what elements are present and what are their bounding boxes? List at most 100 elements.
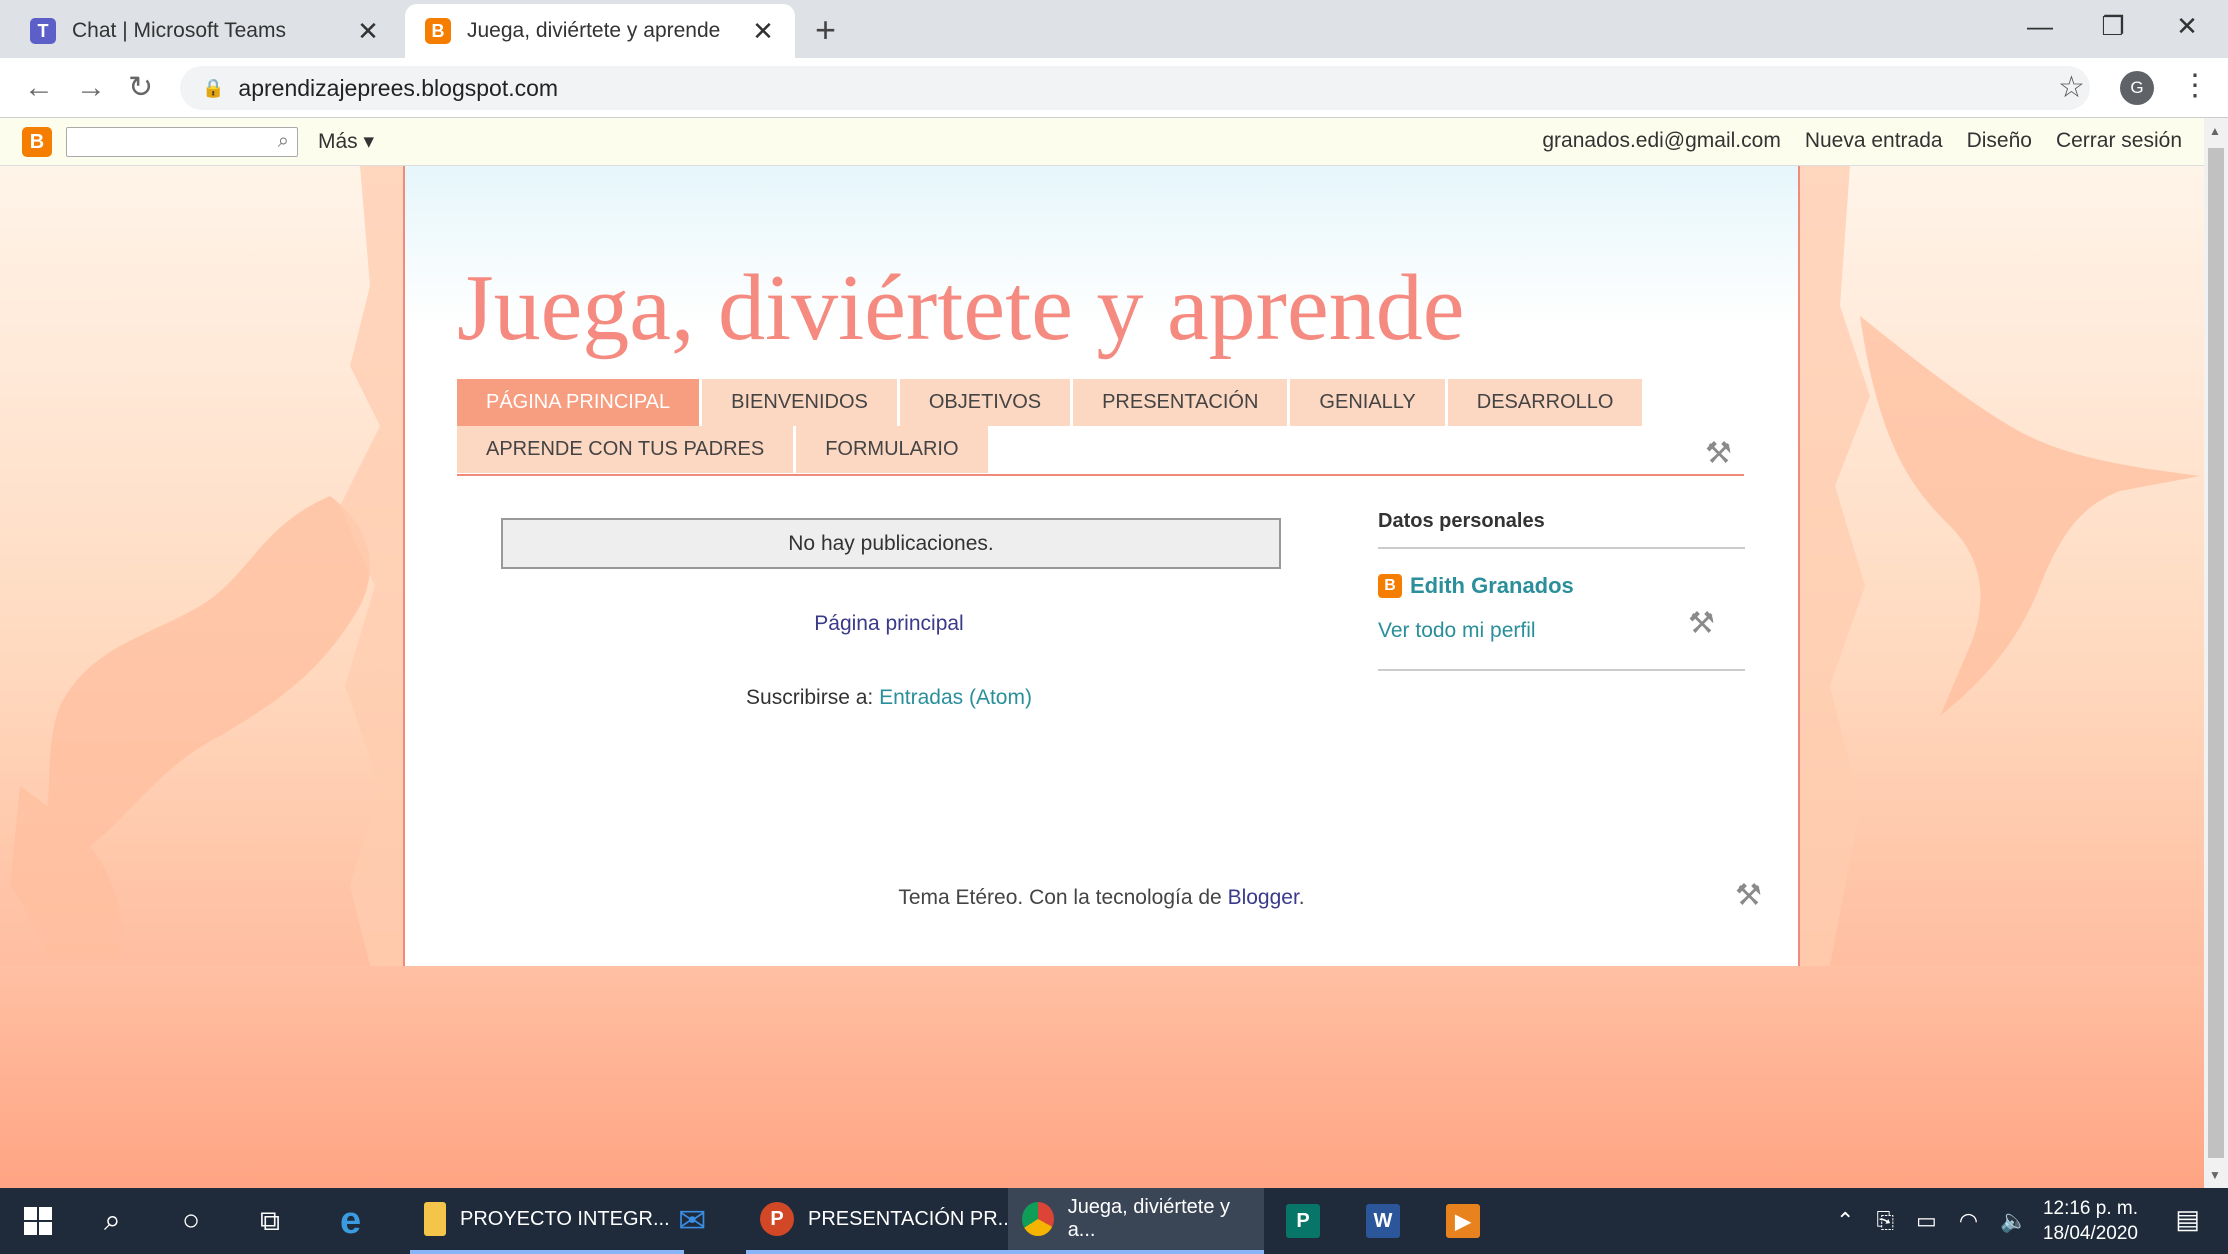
tabs-divider — [457, 474, 1744, 476]
browser-tabstrip: T Chat | Microsoft Teams ✕ B Juega, divi… — [0, 0, 2228, 58]
blogger-icon: B — [1378, 574, 1402, 598]
edit-footer-icon[interactable]: ⚒ — [1735, 878, 1762, 913]
profile-widget: Datos personales B Edith Granados Ver to… — [1378, 510, 1745, 671]
tab-aprende-con-tus-padres[interactable]: APRENDE CON TUS PADRES — [457, 426, 794, 473]
clock-time: 12:16 p. m. — [2042, 1198, 2138, 1219]
profile-divider — [1378, 669, 1745, 671]
tab-pagina-principal[interactable]: PÁGINA PRINCIPAL — [457, 379, 700, 426]
tab-desarrollo[interactable]: DESARROLLO — [1447, 379, 1643, 426]
design-link[interactable]: Diseño — [1967, 129, 2032, 153]
taskbar-app-word[interactable]: W — [1366, 1188, 1414, 1254]
battery-icon[interactable]: ▭ — [1916, 1208, 1937, 1234]
close-icon[interactable]: ✕ — [751, 16, 775, 47]
chrome-icon — [1022, 1202, 1054, 1236]
clock-date: 18/04/2020 — [2042, 1223, 2138, 1244]
tab-genially[interactable]: GENIALLY — [1290, 379, 1445, 426]
start-button[interactable] — [24, 1188, 52, 1254]
forward-icon[interactable]: → — [76, 68, 106, 108]
new-post-link[interactable]: Nueva entrada — [1805, 129, 1943, 153]
vertical-scrollbar[interactable]: ▲ ▼ — [2204, 118, 2228, 1188]
sign-out-link[interactable]: Cerrar sesión — [2056, 129, 2182, 153]
tab-title: Juega, diviértete y aprende — [467, 19, 721, 42]
restore-icon[interactable]: ❐ — [2078, 6, 2148, 46]
mail-icon[interactable]: ✉ — [678, 1188, 707, 1254]
browser-toolbar: ← → ↻ 🔒 aprendizajeprees.blogspot.com ☆ … — [0, 58, 2228, 118]
page-lower-background — [0, 966, 2204, 1188]
blog-main-panel: Juega, diviértete y aprende PÁGINA PRINC… — [403, 166, 1800, 966]
atom-feed-link[interactable]: Entradas (Atom) — [879, 686, 1032, 709]
taskbar-app-powerpoint[interactable]: P PRESENTACIÓN PR... — [746, 1188, 1029, 1254]
more-label: Más — [318, 130, 358, 153]
taskbar-app-label: Juega, diviértete y a... — [1067, 1196, 1231, 1241]
taskbar-app-explorer[interactable]: PROYECTO INTEGR... — [410, 1188, 684, 1254]
scrollbar-thumb[interactable] — [2208, 148, 2224, 1158]
tab-title: Chat | Microsoft Teams — [72, 19, 286, 42]
scroll-up-icon[interactable]: ▲ — [2209, 124, 2221, 138]
author-name: Edith Granados — [1410, 573, 1574, 598]
profile-avatar[interactable]: G — [2120, 71, 2154, 105]
notifications-icon[interactable]: ▤ — [2175, 1204, 2200, 1235]
foliage-right-decoration — [1800, 166, 1870, 966]
page-tabs: PÁGINA PRINCIPAL BIENVENIDOS OBJETIVOS P… — [457, 379, 1744, 473]
account-email[interactable]: granados.edi@gmail.com — [1542, 129, 1780, 153]
blog-search-input[interactable]: ⌕ — [66, 127, 298, 157]
url-text: aprendizajeprees.blogspot.com — [238, 74, 559, 101]
system-tray: ⌃ ⎘ ▭ ◠ 🔈 — [1836, 1188, 2027, 1254]
author-link[interactable]: B Edith Granados — [1378, 573, 1745, 599]
volume-icon[interactable]: 🔈 — [2000, 1208, 2027, 1234]
chevron-up-icon[interactable]: ⌃ — [1836, 1208, 1854, 1234]
publisher-icon: P — [1286, 1204, 1320, 1238]
menu-icon[interactable]: ⋮ — [2180, 66, 2210, 106]
blogger-icon: B — [425, 18, 451, 44]
blog-footer: Tema Etéreo. Con la tecnología de Blogge… — [405, 886, 1798, 910]
tab-blog[interactable]: B Juega, diviértete y aprende ✕ — [405, 4, 795, 58]
window-close-icon[interactable]: ✕ — [2152, 6, 2222, 46]
teams-icon: T — [30, 18, 56, 44]
windows-taskbar: ⌕ ○ ⧉ e PROYECTO INTEGR... ✉ P PRESENTAC… — [0, 1188, 2228, 1254]
reload-icon[interactable]: ↻ — [128, 68, 153, 108]
powerpoint-icon: P — [760, 1202, 794, 1236]
wifi-icon[interactable]: ◠ — [1959, 1208, 1978, 1234]
account-links: granados.edi@gmail.com Nueva entrada Dis… — [1542, 129, 2182, 153]
taskbar-app-label: PRESENTACIÓN PR... — [808, 1207, 1015, 1230]
profile-heading: Datos personales — [1378, 510, 1745, 549]
address-bar[interactable]: 🔒 aprendizajeprees.blogspot.com — [180, 66, 2090, 110]
bookmark-star-icon[interactable]: ☆ — [2058, 70, 2085, 105]
minimize-icon[interactable]: — — [2005, 6, 2075, 46]
blog-title[interactable]: Juega, diviértete y aprende — [457, 254, 1464, 362]
footer-end: . — [1298, 886, 1305, 909]
tab-formulario[interactable]: FORMULARIO — [796, 426, 988, 473]
home-link[interactable]: Página principal — [405, 612, 1373, 636]
taskbar-app-chrome[interactable]: Juega, diviértete y a... — [1008, 1188, 1264, 1254]
tab-bienvenidos[interactable]: BIENVENIDOS — [702, 379, 897, 426]
blogger-navbar: B ⌕ Más ▾ granados.edi@gmail.com Nueva e… — [0, 118, 2204, 166]
search-icon[interactable]: ⌕ — [278, 130, 289, 153]
usb-icon[interactable]: ⎘ — [1876, 1208, 1894, 1234]
new-tab-button[interactable]: + — [815, 10, 836, 50]
back-icon[interactable]: ← — [24, 68, 54, 108]
foliage-left-decoration — [340, 166, 403, 966]
more-menu[interactable]: Más ▾ — [318, 129, 374, 154]
blogger-link[interactable]: Blogger — [1228, 886, 1299, 909]
subscribe-line: Suscribirse a: Entradas (Atom) — [405, 686, 1373, 710]
tab-presentacion[interactable]: PRESENTACIÓN — [1073, 379, 1288, 426]
task-view-icon[interactable]: ⧉ — [260, 1188, 280, 1254]
blogger-logo-icon[interactable]: B — [22, 127, 52, 157]
tab-objetivos[interactable]: OBJETIVOS — [899, 379, 1071, 426]
page-background: Juega, diviértete y aprende PÁGINA PRINC… — [0, 166, 2204, 1188]
no-posts-message: No hay publicaciones. — [501, 518, 1281, 569]
edit-pages-icon[interactable]: ⚒ — [1705, 436, 1732, 471]
edit-profile-widget-icon[interactable]: ⚒ — [1688, 606, 1715, 641]
scroll-down-icon[interactable]: ▼ — [2209, 1168, 2221, 1182]
taskbar-app-publisher[interactable]: P — [1286, 1188, 1334, 1254]
tab-teams[interactable]: T Chat | Microsoft Teams ✕ — [10, 4, 400, 58]
clock[interactable]: 12:16 p. m. 18/04/2020 — [2043, 1196, 2138, 1246]
cortana-icon[interactable]: ○ — [182, 1188, 200, 1254]
search-icon[interactable]: ⌕ — [104, 1188, 121, 1254]
taskbar-app-label: PROYECTO INTEGR... — [460, 1207, 670, 1230]
close-icon[interactable]: ✕ — [356, 16, 380, 47]
edge-icon[interactable]: e — [340, 1188, 361, 1254]
taskbar-app-media[interactable]: ▶ — [1446, 1188, 1494, 1254]
lock-icon: 🔒 — [202, 77, 225, 98]
subscribe-label: Suscribirse a: — [746, 686, 874, 709]
